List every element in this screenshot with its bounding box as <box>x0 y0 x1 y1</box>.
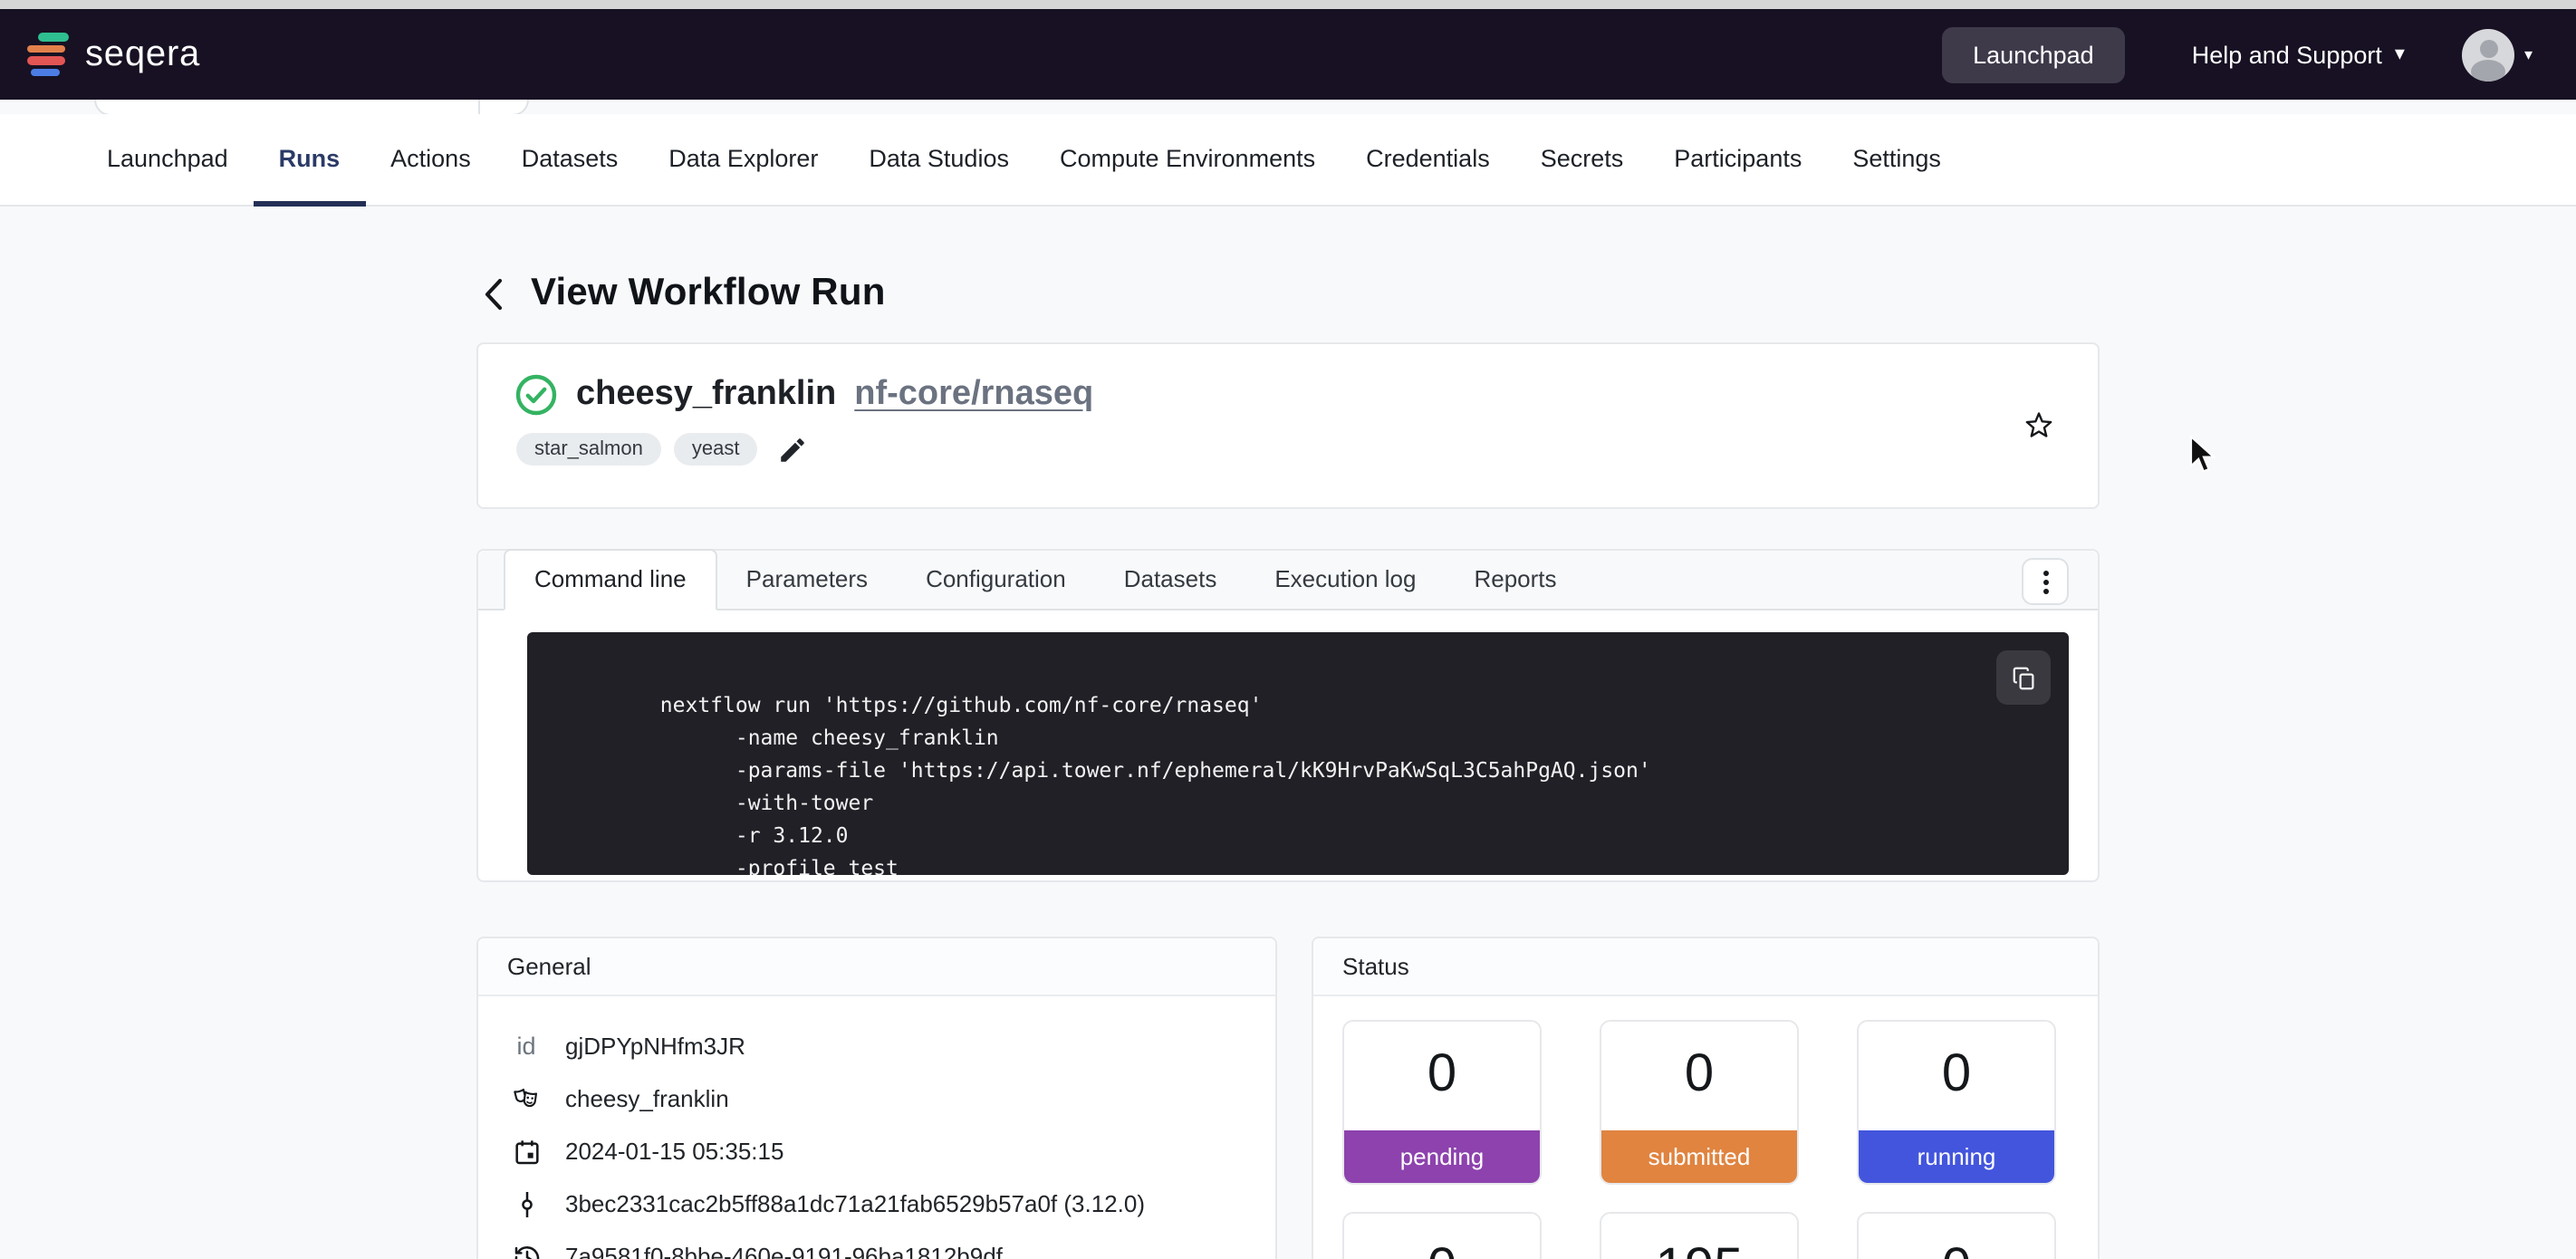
run-name-value: cheesy_franklin <box>565 1085 729 1112</box>
run-title-row: cheesy_franklin nf-core/rnaseq <box>514 373 2062 417</box>
id-label: id <box>511 1033 542 1060</box>
back-button[interactable] <box>484 274 509 313</box>
running-badge: running <box>1859 1129 2054 1183</box>
tab-data-explorer[interactable]: Data Explorer <box>643 114 843 207</box>
status-row-1: 0 pending 0 submitted 0 running <box>1313 996 2098 1185</box>
stat-card: 195 <box>1600 1212 1799 1259</box>
run-options-button[interactable] <box>2022 558 2069 605</box>
workspace-tabbar: Launchpad Runs Actions Datasets Data Exp… <box>0 114 2576 207</box>
brand-name: seqera <box>85 34 200 75</box>
general-row-id: id gjDPYpNHfm3JR <box>511 1020 1246 1072</box>
status-card-header: Status <box>1313 938 2098 996</box>
copy-icon <box>2010 664 2037 691</box>
general-card: General id gjDPYpNHfm3JR <box>476 937 1277 1259</box>
avatar <box>2463 28 2515 81</box>
tab-reports[interactable]: Reports <box>1445 551 1585 609</box>
session-id-value: 7a9581f0-8bbe-460e-9191-96ba1812b9df <box>565 1243 1003 1259</box>
page-title-row: View Workflow Run <box>484 272 886 315</box>
stat-card: 0 <box>1342 1212 1542 1259</box>
calendar-icon <box>511 1137 542 1166</box>
copy-command-button[interactable] <box>1996 650 2051 705</box>
general-row-commit: 3bec2331cac2b5ff88a1dc71a21fab6529b57a0f… <box>511 1177 1246 1230</box>
status-card: Status 0 pending 0 submitted 0 running 0… <box>1312 937 2100 1259</box>
page-title: View Workflow Run <box>531 272 886 315</box>
submitted-count: 0 <box>1601 1022 1797 1129</box>
nextflow-command: nextflow run 'https://github.com/nf-core… <box>560 692 1651 875</box>
general-rows: id gjDPYpNHfm3JR <box>478 996 1275 1259</box>
tab-data-studios[interactable]: Data Studios <box>843 114 1034 207</box>
search-input-divider <box>478 100 480 114</box>
run-date-value: 2024-01-15 05:35:15 <box>565 1138 783 1165</box>
command-line-panel: nextflow run 'https://github.com/nf-core… <box>478 610 2098 875</box>
stat-count: 0 <box>1859 1214 2054 1259</box>
window-top-edge <box>0 0 2576 9</box>
commit-icon <box>511 1189 542 1218</box>
pencil-icon <box>777 434 808 465</box>
tab-configuration[interactable]: Configuration <box>897 551 1095 609</box>
user-menu[interactable]: ▾ <box>2463 28 2533 81</box>
pending-badge: pending <box>1344 1129 1540 1183</box>
submitted-badge: submitted <box>1601 1129 1797 1183</box>
general-row-date: 2024-01-15 05:35:15 <box>511 1125 1246 1177</box>
tab-launchpad[interactable]: Launchpad <box>82 114 254 207</box>
general-title: General <box>507 953 591 980</box>
success-check-icon <box>514 373 558 417</box>
status-title: Status <box>1342 953 1409 980</box>
stat-card-submitted: 0 submitted <box>1600 1020 1799 1185</box>
stat-count: 195 <box>1601 1214 1797 1259</box>
run-label-pill: star_salmon <box>516 433 661 466</box>
run-labels-row: star_salmon yeast <box>516 433 2062 466</box>
stat-count: 0 <box>1344 1214 1540 1259</box>
pipeline-repo-link[interactable]: nf-core/rnaseq <box>854 375 1093 415</box>
tab-actions[interactable]: Actions <box>365 114 496 207</box>
star-icon <box>2023 409 2054 440</box>
tab-participants[interactable]: Participants <box>1648 114 1827 207</box>
help-and-support-label: Help and Support <box>2192 41 2382 68</box>
run-id-value: gjDPYpNHfm3JR <box>565 1033 745 1060</box>
command-line-code-block: nextflow run 'https://github.com/nf-core… <box>527 632 2069 875</box>
stat-card-running: 0 running <box>1857 1020 2056 1185</box>
general-card-header: General <box>478 938 1275 996</box>
tab-credentials[interactable]: Credentials <box>1341 114 1515 207</box>
run-label-pill: yeast <box>674 433 758 466</box>
status-row-2: 0 195 0 <box>1313 1185 2098 1259</box>
run-detail-tabbar: Command line Parameters Configuration Da… <box>478 551 2098 610</box>
edit-labels-button[interactable] <box>777 434 808 465</box>
stat-card: 0 <box>1857 1212 2056 1259</box>
tab-execution-log[interactable]: Execution log <box>1245 551 1445 609</box>
tab-datasets-detail[interactable]: Datasets <box>1095 551 1246 609</box>
general-row-session: 7a9581f0-8bbe-460e-9191-96ba1812b9df <box>511 1230 1246 1259</box>
tab-command-line[interactable]: Command line <box>504 549 717 610</box>
navbar-right: Launchpad Help and Support ▾ ▾ <box>1942 26 2533 82</box>
star-run-button[interactable] <box>2023 409 2054 440</box>
masks-icon <box>511 1083 542 1114</box>
commit-value: 3bec2331cac2b5ff88a1dc71a21fab6529b57a0f… <box>565 1190 1145 1217</box>
run-detail-tabs-card: Command line Parameters Configuration Da… <box>476 549 2100 882</box>
app-root: seqera Launchpad Help and Support ▾ ▾ La… <box>0 0 2576 1259</box>
chevron-down-icon: ▾ <box>2524 46 2533 62</box>
tab-secrets[interactable]: Secrets <box>1515 114 1649 207</box>
pending-count: 0 <box>1344 1022 1540 1129</box>
chevron-down-icon: ▾ <box>2395 44 2405 64</box>
launchpad-button[interactable]: Launchpad <box>1942 26 2125 82</box>
seqera-logo[interactable]: seqera <box>27 31 200 78</box>
history-icon <box>511 1242 542 1259</box>
kebab-icon <box>2043 570 2048 575</box>
run-overview-card: cheesy_franklin nf-core/rnaseq star_salm… <box>476 342 2100 509</box>
tab-settings[interactable]: Settings <box>1827 114 1966 207</box>
help-and-support-menu[interactable]: Help and Support ▾ <box>2192 41 2405 68</box>
general-row-run-name: cheesy_franklin <box>511 1072 1246 1125</box>
tab-compute-environments[interactable]: Compute Environments <box>1034 114 1341 207</box>
seqera-logo-icon <box>27 31 69 78</box>
tab-runs[interactable]: Runs <box>254 114 366 207</box>
tab-parameters[interactable]: Parameters <box>717 551 897 609</box>
tab-datasets[interactable]: Datasets <box>496 114 644 207</box>
running-count: 0 <box>1859 1022 2054 1129</box>
chevron-left-icon <box>484 276 504 311</box>
top-navbar: seqera Launchpad Help and Support ▾ ▾ <box>0 9 2576 100</box>
run-name: cheesy_franklin <box>576 375 836 415</box>
stat-card-pending: 0 pending <box>1342 1020 1542 1185</box>
